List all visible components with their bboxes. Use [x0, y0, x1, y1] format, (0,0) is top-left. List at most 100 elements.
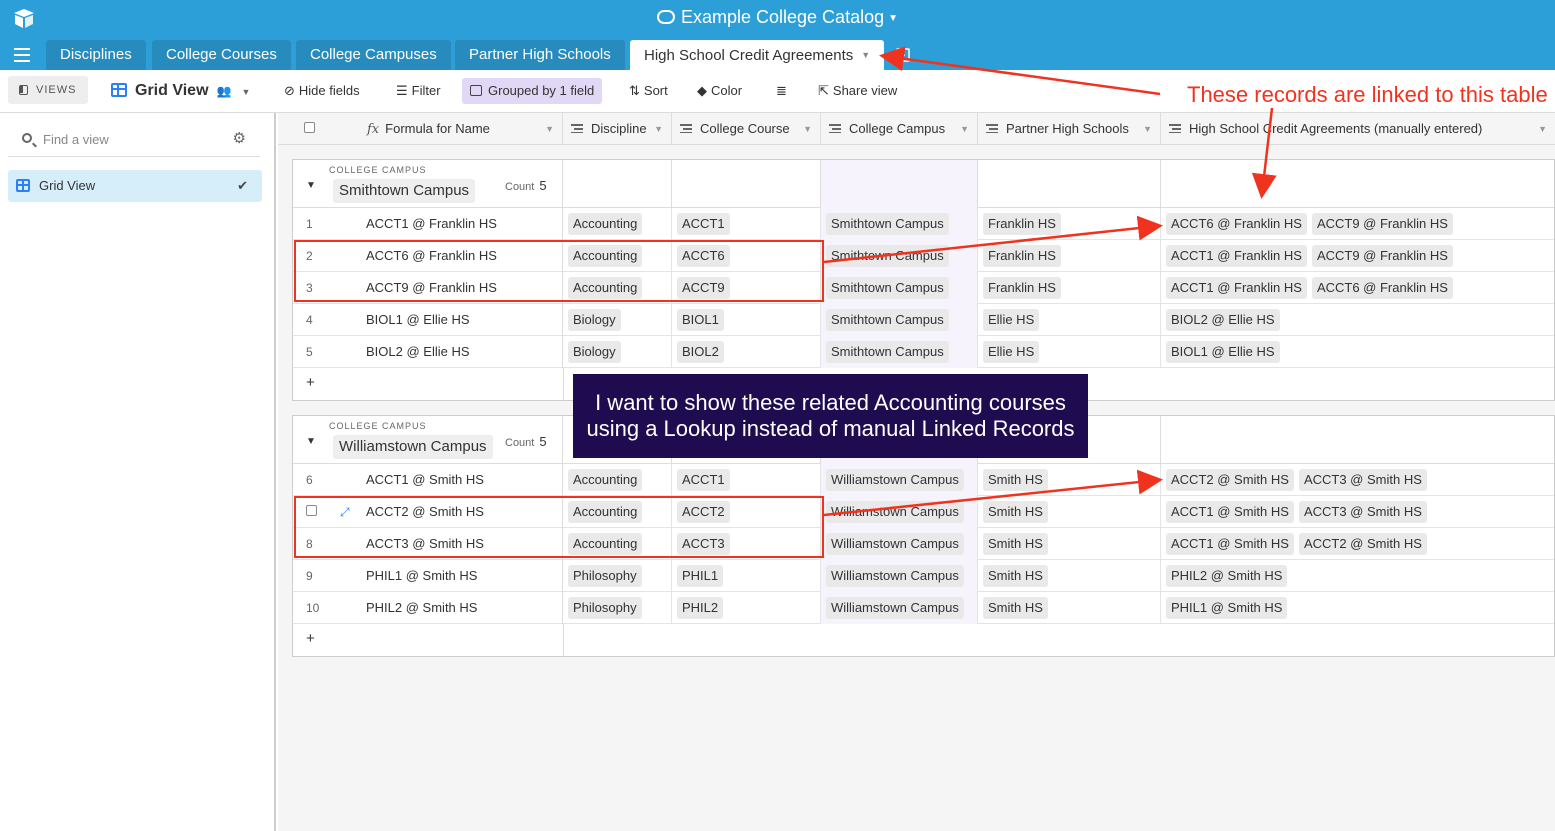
- filter-button[interactable]: ☰ Filter: [396, 83, 441, 99]
- linked-record-pill[interactable]: Smithtown Campus: [826, 245, 949, 267]
- select-all-checkbox[interactable]: [278, 113, 355, 145]
- chevron-down-icon[interactable]: ▼: [654, 113, 663, 145]
- partner-cell[interactable]: Smith HS: [978, 528, 1161, 560]
- tab-disciplines[interactable]: Disciplines: [46, 40, 146, 70]
- name-cell[interactable]: PHIL2 @ Smith HS: [333, 592, 563, 624]
- linked-record-pill[interactable]: ACCT1 @ Smith HS: [1166, 533, 1294, 555]
- share-view-button[interactable]: ⇱ Share view: [818, 83, 897, 99]
- linked-record-pill[interactable]: ACCT3 @ Smith HS: [1298, 469, 1427, 491]
- linked-record-pill[interactable]: ACCT2 @ Smith HS: [1298, 533, 1427, 555]
- hamburger-menu-icon[interactable]: [14, 48, 30, 62]
- find-view-input[interactable]: Find a view ⚙: [8, 127, 260, 157]
- table-row[interactable]: 5 BIOL2 @ Ellie HS Biology BIOL2 Smithtown C…: [293, 336, 1554, 368]
- linked-record-pill[interactable]: Smithtown Campus: [826, 341, 949, 363]
- linked-record-pill[interactable]: Smithtown Campus: [826, 277, 949, 299]
- column-header-course[interactable]: College Course ▼: [672, 113, 821, 145]
- table-row[interactable]: 1 ACCT1 @ Franklin HS Accounting ACCT1 Smith…: [293, 208, 1554, 240]
- base-title[interactable]: Example College Catalog ▼: [0, 7, 1555, 28]
- agreements-cell[interactable]: ACCT2 @ Smith HS ACCT3 @ Smith HS: [1161, 464, 1555, 496]
- discipline-cell[interactable]: Accounting: [563, 208, 672, 240]
- linked-record-pill[interactable]: ACCT1 @ Franklin HS: [1166, 277, 1307, 299]
- group-header[interactable]: COLLEGE CAMPUS ▼ Smithtown Campus Count …: [293, 160, 1554, 208]
- linked-record-pill[interactable]: Williamstown Campus: [826, 565, 964, 587]
- linked-record-pill[interactable]: Biology: [568, 309, 621, 331]
- linked-record-pill[interactable]: Smith HS: [983, 565, 1048, 587]
- color-button[interactable]: ◆ Color: [697, 83, 742, 99]
- linked-record-pill[interactable]: Accounting: [568, 469, 643, 491]
- linked-record-pill[interactable]: Smith HS: [983, 501, 1048, 523]
- agreements-cell[interactable]: ACCT1 @ Franklin HS ACCT6 @ Franklin HS: [1161, 272, 1555, 304]
- course-cell[interactable]: PHIL1: [672, 560, 821, 592]
- partner-cell[interactable]: Smith HS: [978, 592, 1161, 624]
- linked-record-pill[interactable]: PHIL2: [677, 597, 724, 619]
- partner-cell[interactable]: Smith HS: [978, 496, 1161, 528]
- linked-record-pill[interactable]: BIOL1 @ Ellie HS: [1166, 341, 1280, 363]
- table-row[interactable]: 4 BIOL1 @ Ellie HS Biology BIOL1 Smithtown C…: [293, 304, 1554, 336]
- column-header-campus[interactable]: College Campus ▼: [821, 113, 978, 145]
- column-header-partner[interactable]: Partner High Schools ▼: [978, 113, 1161, 145]
- group-button[interactable]: Grouped by 1 field: [462, 78, 603, 104]
- course-cell[interactable]: BIOL1: [672, 304, 821, 336]
- partner-cell[interactable]: Franklin HS: [978, 208, 1161, 240]
- collapse-triangle-icon[interactable]: ▼: [306, 436, 316, 447]
- name-cell[interactable]: ACCT1 @ Smith HS: [333, 464, 563, 496]
- linked-record-pill[interactable]: PHIL1: [677, 565, 724, 587]
- linked-record-pill[interactable]: BIOL2: [677, 341, 724, 363]
- linked-record-pill[interactable]: Williamstown Campus: [826, 469, 964, 491]
- linked-record-pill[interactable]: ACCT9 @ Franklin HS: [1311, 245, 1453, 267]
- linked-record-pill[interactable]: Biology: [568, 341, 621, 363]
- tab-partner-high-schools[interactable]: Partner High Schools: [455, 40, 625, 70]
- linked-record-pill[interactable]: BIOL2 @ Ellie HS: [1166, 309, 1280, 331]
- partner-cell[interactable]: Ellie HS: [978, 336, 1161, 368]
- agreements-cell[interactable]: BIOL1 @ Ellie HS: [1161, 336, 1555, 368]
- table-row[interactable]: 10 PHIL2 @ Smith HS Philosophy PHIL2 William…: [293, 592, 1554, 624]
- discipline-cell[interactable]: Biology: [563, 304, 672, 336]
- campus-cell[interactable]: Smithtown Campus: [821, 208, 978, 240]
- row-height-icon[interactable]: ≣: [776, 83, 787, 99]
- linked-record-pill[interactable]: Smithtown Campus: [826, 309, 949, 331]
- sort-button[interactable]: ⇅ Sort: [629, 83, 668, 99]
- campus-cell[interactable]: Williamstown Campus: [821, 592, 978, 624]
- discipline-cell[interactable]: Philosophy: [563, 560, 672, 592]
- linked-record-pill[interactable]: Williamstown Campus: [826, 501, 964, 523]
- name-cell[interactable]: PHIL1 @ Smith HS: [333, 560, 563, 592]
- linked-record-pill[interactable]: ACCT6 @ Franklin HS: [1166, 213, 1307, 235]
- course-cell[interactable]: BIOL2: [672, 336, 821, 368]
- chevron-down-icon[interactable]: ▼: [861, 50, 870, 60]
- course-cell[interactable]: ACCT1: [672, 464, 821, 496]
- linked-record-pill[interactable]: PHIL1 @ Smith HS: [1166, 597, 1288, 619]
- linked-record-pill[interactable]: Smith HS: [983, 533, 1048, 555]
- plus-icon[interactable]: +: [306, 374, 315, 391]
- linked-record-pill[interactable]: Smith HS: [983, 597, 1048, 619]
- linked-record-pill[interactable]: Philosophy: [568, 565, 642, 587]
- campus-cell[interactable]: Smithtown Campus: [821, 304, 978, 336]
- column-header-discipline[interactable]: Discipline ▼: [563, 113, 672, 145]
- linked-record-pill[interactable]: Williamstown Campus: [826, 597, 964, 619]
- linked-record-pill[interactable]: ACCT1: [677, 469, 730, 491]
- chevron-down-icon[interactable]: ▼: [803, 113, 812, 145]
- linked-record-pill[interactable]: PHIL2 @ Smith HS: [1166, 565, 1288, 587]
- name-cell[interactable]: BIOL1 @ Ellie HS: [333, 304, 563, 336]
- agreements-cell[interactable]: ACCT1 @ Smith HS ACCT3 @ Smith HS: [1161, 496, 1555, 528]
- name-cell[interactable]: ACCT1 @ Franklin HS: [333, 208, 563, 240]
- course-cell[interactable]: ACCT1: [672, 208, 821, 240]
- agreements-cell[interactable]: ACCT6 @ Franklin HS ACCT9 @ Franklin HS: [1161, 208, 1555, 240]
- campus-cell[interactable]: Smithtown Campus: [821, 336, 978, 368]
- chevron-down-icon[interactable]: ▼: [1143, 113, 1152, 145]
- campus-cell[interactable]: Williamstown Campus: [821, 464, 978, 496]
- campus-cell[interactable]: Williamstown Campus: [821, 560, 978, 592]
- course-cell[interactable]: PHIL2: [672, 592, 821, 624]
- hide-fields-button[interactable]: ⊘ Hide fields: [284, 83, 360, 99]
- linked-record-pill[interactable]: Ellie HS: [983, 309, 1040, 331]
- discipline-cell[interactable]: Biology: [563, 336, 672, 368]
- sidebar-item-grid-view[interactable]: Grid View ✔: [8, 170, 262, 202]
- linked-record-pill[interactable]: Smith HS: [983, 469, 1048, 491]
- agreements-cell[interactable]: PHIL1 @ Smith HS: [1161, 592, 1555, 624]
- views-toggle-button[interactable]: VIEWS: [8, 76, 88, 104]
- table-row[interactable]: 6 ACCT1 @ Smith HS Accounting ACCT1 Williams…: [293, 464, 1554, 496]
- agreements-cell[interactable]: PHIL2 @ Smith HS: [1161, 560, 1555, 592]
- agreements-cell[interactable]: BIOL2 @ Ellie HS: [1161, 304, 1555, 336]
- linked-record-pill[interactable]: Franklin HS: [983, 213, 1061, 235]
- tab-college-courses[interactable]: College Courses: [152, 40, 291, 70]
- linked-record-pill[interactable]: BIOL1: [677, 309, 724, 331]
